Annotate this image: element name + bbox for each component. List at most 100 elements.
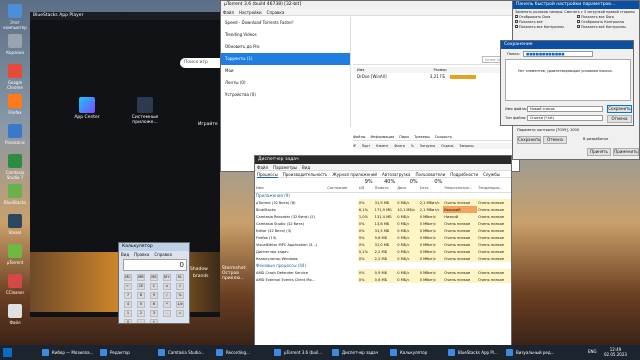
qp-save-button[interactable]: Сохранить (517, 136, 541, 144)
calculator-key[interactable]: 4 (124, 301, 132, 308)
taskbar-item[interactable]: Калькулятор (388, 347, 444, 358)
process-row[interactable]: Firefox (13) 0% 9,6 МБ 0 МБ/с 0 Мбит/с Очень … (255, 234, 511, 241)
tm-tab[interactable]: Автозагрузка (382, 172, 410, 177)
tm-tab[interactable]: Журнал приложений (332, 172, 377, 177)
sidebar-item[interactable]: Устройства (0) (221, 89, 350, 101)
calculator-key[interactable]: , (137, 319, 145, 323)
sidebar-item[interactable]: Trending Videos (221, 29, 350, 41)
tm-tab[interactable]: Процессы (257, 172, 278, 178)
option-checkbox[interactable]: Показать всё Контроллы (577, 25, 626, 29)
column-header[interactable]: Диск (396, 185, 419, 193)
calculator-key[interactable]: CE (137, 283, 145, 290)
desktop-icon[interactable]: Файл (1, 304, 29, 325)
peers-column[interactable]: Флаги (394, 144, 404, 148)
column-header[interactable]: Сеть (418, 185, 444, 193)
sidebar-item[interactable]: Speed - Download Torrents Faster! (221, 17, 350, 29)
taskbar-item[interactable]: BlueStacks App Pl... (446, 347, 502, 358)
process-row[interactable]: AMD External Events Client Mo... 0% 0,6 МБ… (255, 276, 511, 283)
process-row[interactable]: Camtasia Recorder (32 бита) (2) 1,0% 131,4… (255, 213, 511, 220)
detail-tab[interactable]: Информация (370, 135, 394, 139)
calculator-key[interactable]: 3 (150, 310, 158, 317)
calculator-key[interactable]: 9 (150, 292, 158, 299)
menu-item[interactable]: Справка (267, 10, 285, 15)
process-row[interactable]: µTorrent (32 бита) (8) 0% 31,9 МБ 0 МБ/с 2,1… (255, 199, 511, 206)
calculator-key[interactable]: MC (124, 274, 132, 281)
qp-ok-button[interactable]: Принять (587, 148, 611, 156)
sidebar-item[interactable]: Мои (221, 65, 350, 77)
process-row[interactable]: Диспетчер задач 0,1% 2,2 МБ 0 МБ/с 0 Мбит/с О… (255, 248, 511, 255)
folder-select[interactable]: ■■■■■■■■■■■■ (523, 51, 593, 57)
taskbar-item[interactable]: Редактор (98, 347, 154, 358)
calculator-key[interactable]: √ (176, 283, 184, 290)
menu-item[interactable]: Файл (223, 10, 234, 15)
qp-apply-button[interactable]: Применить (613, 148, 639, 156)
calculator-key[interactable]: 6 (150, 301, 158, 308)
desktop-icon[interactable]: Panasonic (1, 124, 29, 145)
calculator-key[interactable]: 7 (124, 292, 132, 299)
calculator-key[interactable]: % (176, 292, 184, 299)
desktop-icon[interactable]: BlueStacks (1, 184, 29, 205)
calculator-key[interactable]: ← (124, 283, 132, 290)
start-icon[interactable] (3, 348, 12, 357)
detail-tab[interactable]: Файлы (353, 135, 365, 139)
menu-item[interactable]: Правка (134, 252, 149, 257)
calculator-key[interactable]: 0 (124, 319, 132, 323)
sidebar-item[interactable]: Торренты (1) (221, 53, 350, 65)
calculator-key[interactable]: 2 (137, 310, 145, 317)
option-checkbox[interactable]: Отображать Dora (515, 15, 550, 19)
calculator-key[interactable]: - (163, 310, 171, 317)
taskbar-item[interactable]: Визуальный ред... (504, 347, 560, 358)
detail-tab[interactable]: Пиры (399, 135, 409, 139)
menu-item[interactable]: Справка (154, 252, 172, 257)
shadow-label[interactable]: Shadow (190, 267, 208, 272)
detail-tab[interactable]: Трекеры (414, 135, 430, 139)
bluestacks-search-box[interactable]: Поиск игр (180, 58, 225, 68)
process-row[interactable]: Camtasia Studio (32 бита) 0% 13,8 МБ 0 МБ/с… (255, 220, 511, 227)
column-header[interactable]: Состояние (326, 185, 358, 193)
column-header[interactable]: Имя (255, 185, 327, 193)
peers-column[interactable]: Загрузка (420, 144, 435, 148)
option-checkbox[interactable]: Отображать Контроллы (577, 20, 624, 24)
calculator-key[interactable]: MR (137, 274, 145, 281)
header-size[interactable]: Размер (434, 68, 447, 72)
peers-column[interactable]: IP (353, 144, 356, 148)
calculator-key[interactable]: + (150, 319, 158, 323)
calculator-key[interactable]: ± (163, 283, 171, 290)
calculator-key[interactable]: 5 (137, 301, 145, 308)
taskbar-item[interactable]: µTorrent 3.6 (buil... (272, 347, 328, 358)
desktop-icon[interactable]: Корзина (1, 34, 29, 55)
column-header[interactable]: ЦП (357, 185, 374, 193)
sidebar-item[interactable]: Ленты (0) (221, 77, 350, 89)
taskbar-item[interactable]: Camtasia Studio... (156, 347, 212, 358)
cancel-button[interactable]: Отмена (607, 115, 632, 123)
process-row[interactable]: Editor (32 бита) (3) 0% 31,5 МБ 0 МБ/с 0 Мби… (255, 227, 511, 234)
save-button[interactable]: Сохранить (607, 105, 632, 113)
desktop-icon[interactable]: Steam (1, 214, 29, 235)
menu-item[interactable]: Вид (302, 165, 310, 170)
option-checkbox[interactable]: Показать все Контроллы (515, 25, 564, 29)
process-row[interactable]: VisualEditor MPC Application (3...) 0% 31,… (255, 241, 511, 248)
peers-column[interactable]: Порт (362, 144, 370, 148)
peers-column[interactable]: Запросы (459, 144, 473, 148)
desktop-icon[interactable]: Этот компьютер (1, 4, 29, 30)
process-row[interactable]: AMD Crash Defender Service 0% 0,9 МБ 0 МБ/с… (255, 269, 511, 276)
column-header[interactable]: Энергопотре... (443, 185, 478, 193)
peers-column[interactable]: % (411, 144, 414, 148)
process-row[interactable]: BlueStacks 6,1% 171,9 МБ 10,1 МБ/с 2,1 Мбит/… (255, 206, 511, 213)
peers-column[interactable]: Отдача (441, 144, 453, 148)
header-name[interactable]: Имя (357, 68, 364, 72)
tm-tab[interactable]: Службы (483, 172, 500, 177)
menu-item[interactable]: Файл (257, 165, 268, 170)
calculator-key[interactable]: 1 (124, 310, 132, 317)
menu-item[interactable]: Параметры (273, 165, 297, 170)
app-center-icon[interactable]: App Center (72, 97, 102, 120)
peers-column[interactable]: Клиент (376, 144, 388, 148)
taskbar-item[interactable]: Диспетчер задач (330, 347, 386, 358)
tray-lang[interactable]: ENG (588, 349, 597, 354)
filetype-select[interactable]: Списки (*.txt) (527, 115, 603, 121)
calculator-key[interactable]: * (163, 301, 171, 308)
column-header[interactable]: Память (373, 185, 397, 193)
calculator-key[interactable]: C (150, 283, 158, 290)
calculator-key[interactable]: M- (176, 274, 184, 281)
option-checkbox[interactable]: Показать все Dora (577, 15, 614, 19)
